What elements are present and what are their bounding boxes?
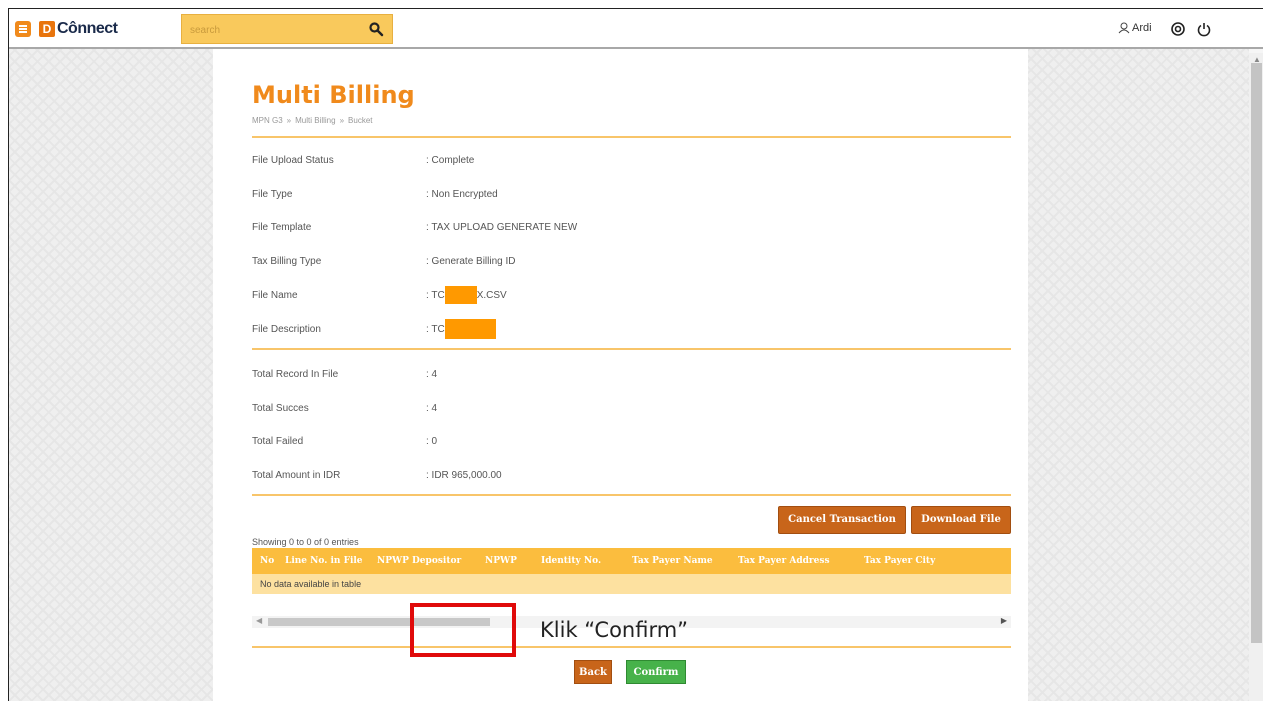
column-header[interactable]: Line No. in File — [285, 556, 363, 566]
detail-value: : Complete — [426, 155, 475, 166]
breadcrumb-item[interactable]: Multi Billing — [295, 116, 335, 125]
divider — [252, 646, 1011, 648]
app-logo[interactable]: D Cônnect — [39, 20, 118, 38]
background-pattern-left — [9, 49, 213, 701]
back-button[interactable]: Back — [574, 660, 612, 684]
total-label: Total Record In File — [252, 369, 339, 380]
detail-label: File Name — [252, 290, 298, 301]
menu-icon[interactable] — [15, 21, 31, 37]
file-name-suffix: X.CSV — [476, 289, 507, 301]
page-scrollbar[interactable]: ▲ — [1249, 53, 1263, 701]
download-file-button[interactable]: Download File — [911, 506, 1011, 534]
total-value: : IDR 965,000.00 — [426, 470, 502, 481]
breadcrumb-item: Bucket — [348, 116, 373, 125]
table-info: Showing 0 to 0 of 0 entries — [252, 537, 359, 547]
total-value: : 4 — [426, 369, 438, 380]
detail-value: : TAX UPLOAD GENERATE NEW — [426, 222, 578, 233]
help-icon[interactable] — [1170, 21, 1186, 37]
column-header[interactable]: Tax Payer Address — [738, 556, 830, 566]
divider — [252, 136, 1011, 138]
search-icon[interactable] — [368, 21, 384, 37]
divider — [252, 494, 1011, 496]
detail-value: : Generate Billing ID — [426, 256, 516, 267]
total-value: : 4 — [426, 403, 438, 414]
column-header[interactable]: NPWP Depositor — [377, 556, 461, 566]
detail-value: : Non Encrypted — [426, 189, 498, 200]
browser-frame: D Cônnect Ardi ▲ — [8, 8, 1263, 701]
confirm-highlight-box — [410, 603, 516, 657]
power-icon[interactable] — [1196, 21, 1212, 37]
top-bar: D Cônnect Ardi — [9, 9, 1263, 49]
page-scrollbar-thumb[interactable] — [1251, 63, 1262, 643]
total-label: Total Failed — [252, 436, 304, 447]
logo-mark: D — [39, 21, 55, 37]
user-menu[interactable]: Ardi — [1118, 22, 1152, 34]
detail-label: Tax Billing Type — [252, 256, 322, 267]
breadcrumb-separator: » — [339, 116, 345, 125]
file-description-prefix: : TC — [426, 323, 445, 335]
detail-label: File Type — [252, 189, 293, 200]
scroll-left-icon[interactable]: ◀ — [256, 616, 262, 625]
breadcrumb-item[interactable]: MPN G3 — [252, 116, 283, 125]
column-header[interactable]: Identity No. — [541, 556, 601, 566]
detail-label: File Template — [252, 222, 312, 233]
file-description-value: : TC — [426, 319, 496, 339]
redacted-block — [444, 286, 477, 304]
column-header[interactable]: Tax Payer Name — [632, 556, 713, 566]
confirm-button[interactable]: Confirm — [626, 660, 686, 684]
background-pattern-right — [1028, 49, 1249, 701]
redacted-block — [444, 319, 496, 339]
total-label: Total Amount in IDR — [252, 470, 341, 481]
table-header: No Line No. in File NPWP Depositor NPWP … — [252, 548, 1011, 574]
column-header[interactable]: No — [260, 556, 274, 566]
cancel-transaction-button[interactable]: Cancel Transaction — [778, 506, 906, 534]
page-title: Multi Billing — [252, 81, 415, 109]
search-input[interactable] — [188, 20, 362, 40]
total-value: : 0 — [426, 436, 438, 447]
total-label: Total Succes — [252, 403, 309, 414]
divider — [252, 348, 1011, 350]
breadcrumb: MPN G3 » Multi Billing » Bucket — [252, 116, 373, 125]
main-content: Multi Billing MPN G3 » Multi Billing » B… — [213, 49, 1028, 701]
file-name-prefix: : TC — [426, 289, 445, 301]
logo-text: Cônnect — [57, 20, 118, 37]
user-name: Ardi — [1132, 22, 1152, 34]
column-header[interactable]: NPWP — [485, 556, 517, 566]
column-header[interactable]: Tax Payer City — [864, 556, 935, 566]
table-empty-row: No data available in table — [252, 574, 1011, 594]
detail-label: File Upload Status — [252, 155, 334, 166]
detail-label: File Description — [252, 324, 321, 335]
breadcrumb-separator: » — [286, 116, 292, 125]
scroll-right-icon[interactable]: ▶ — [1001, 616, 1007, 625]
instruction-annotation: Klik “Confirm” — [540, 618, 689, 642]
search-box — [181, 14, 393, 44]
user-icon — [1118, 22, 1130, 34]
file-name-value: : TC X.CSV — [426, 286, 507, 304]
